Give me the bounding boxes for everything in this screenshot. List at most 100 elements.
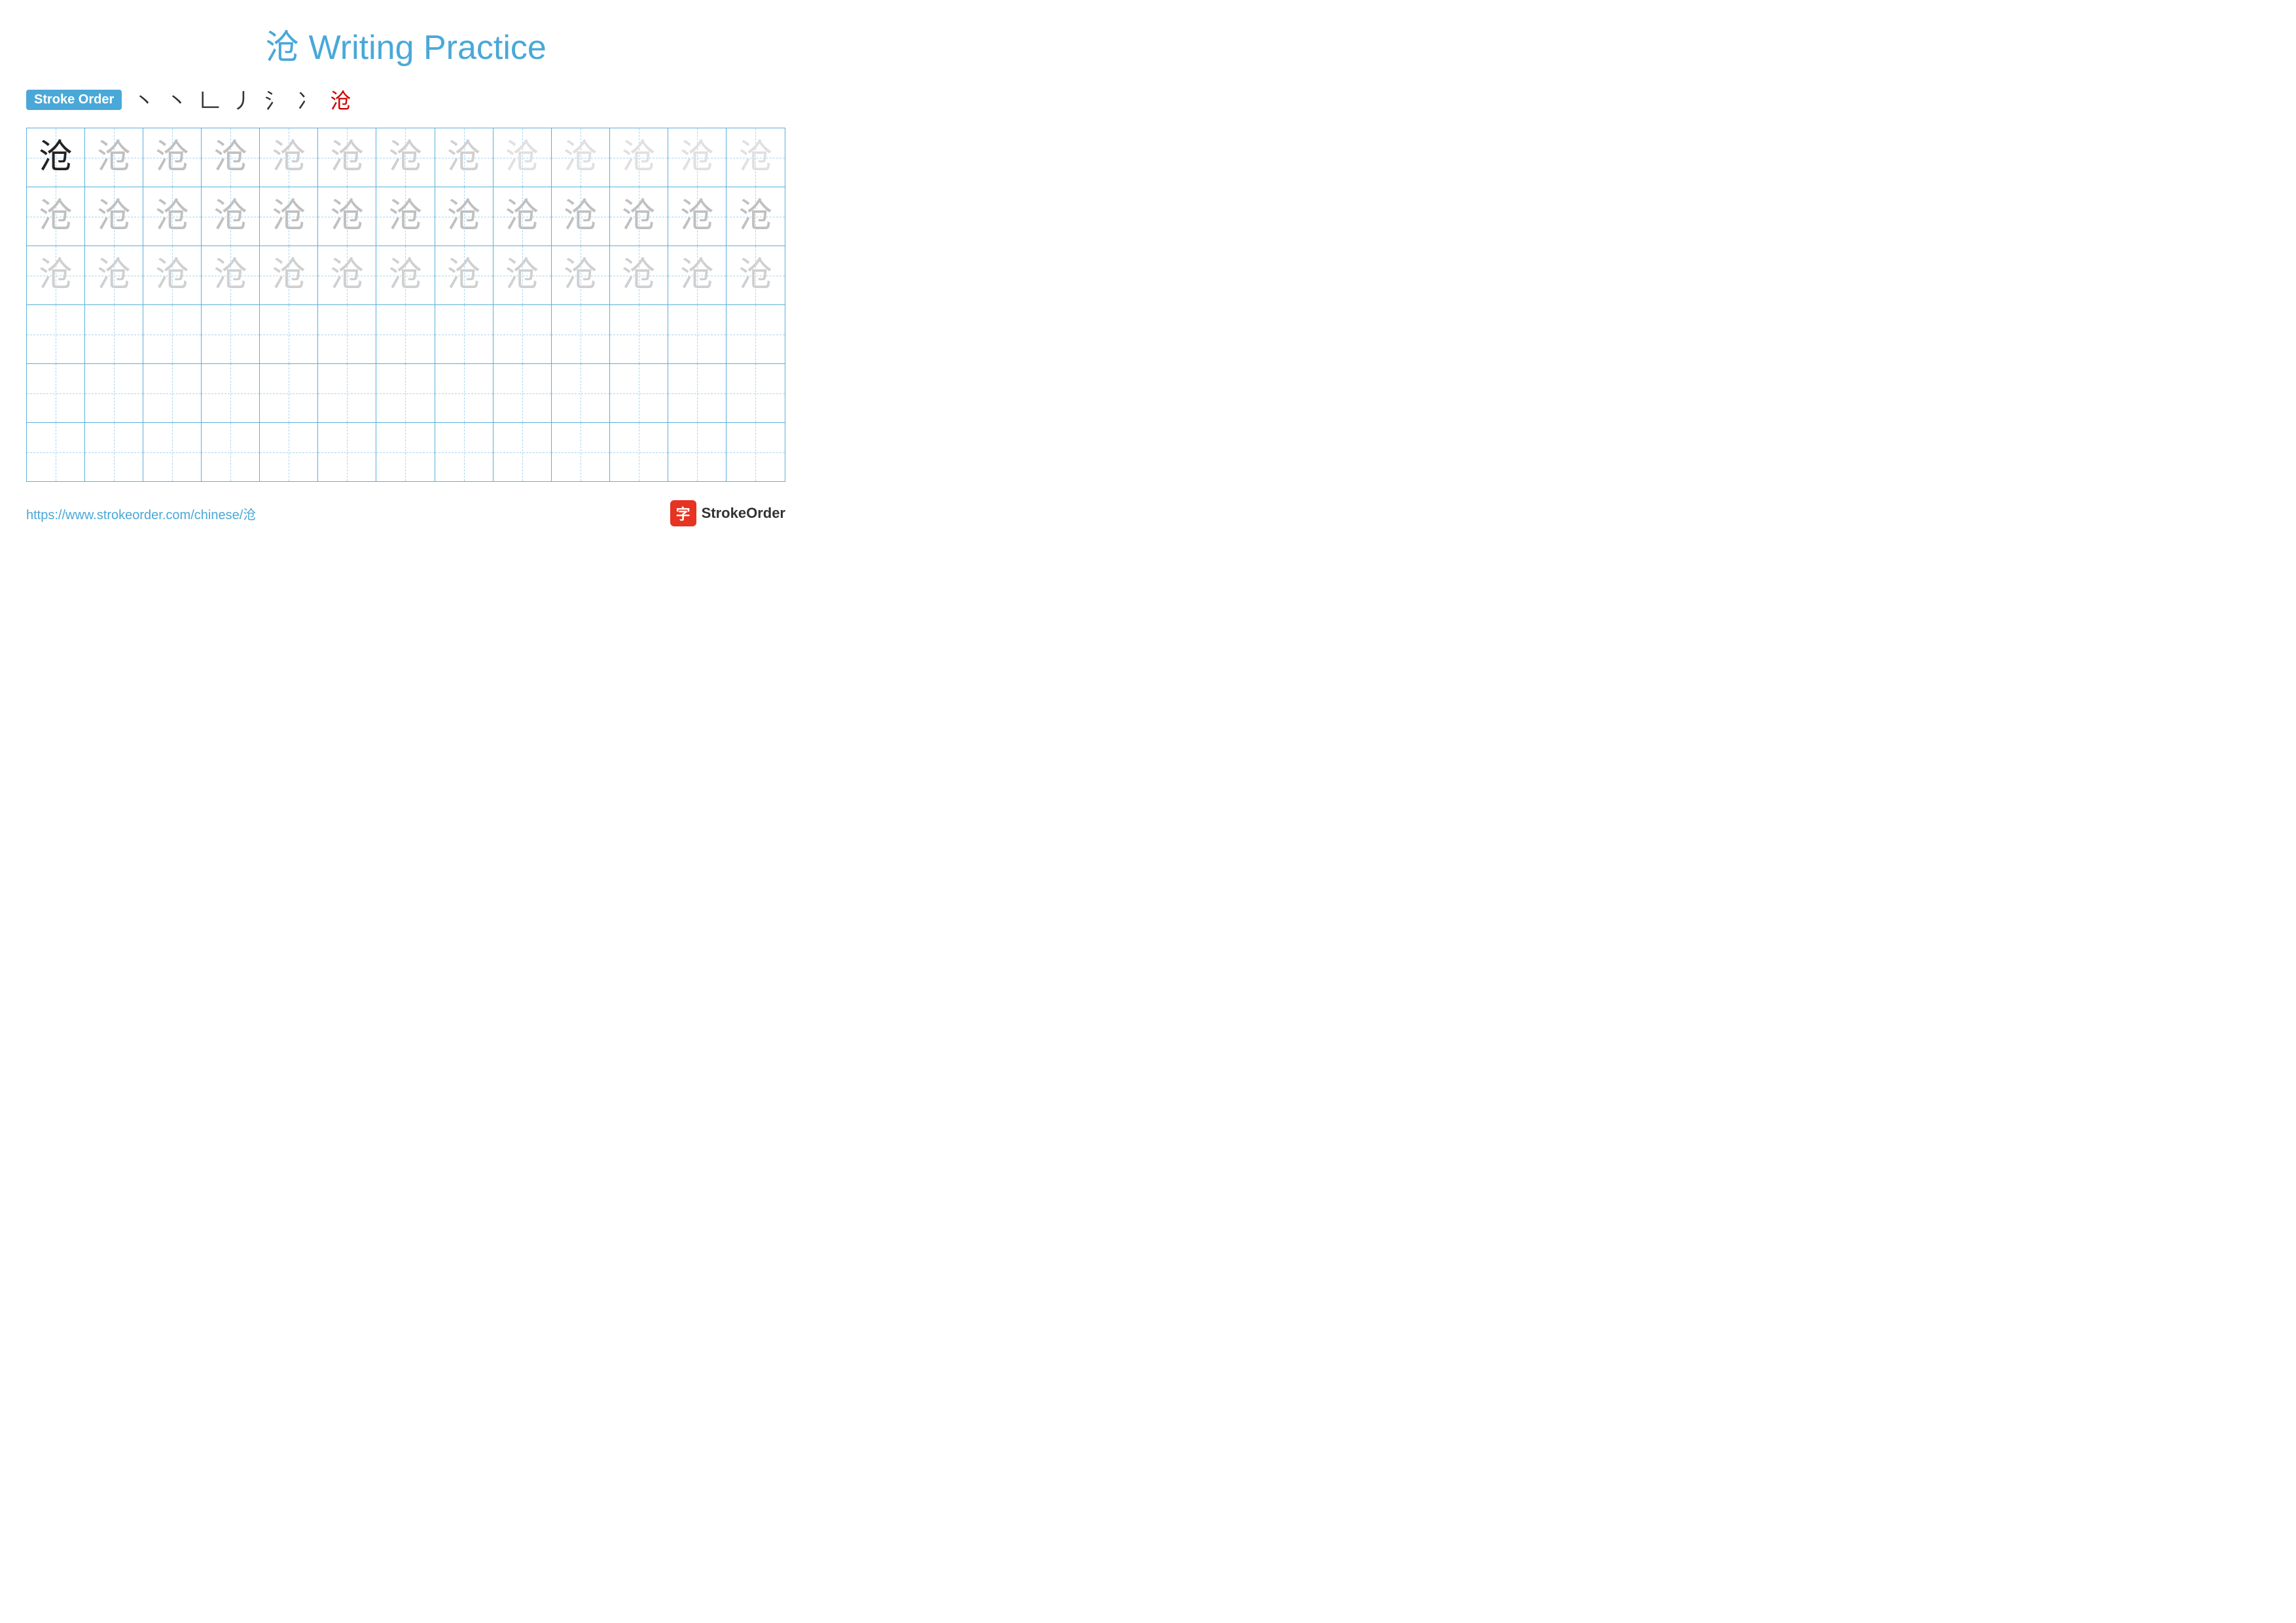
grid-cell-4-10[interactable] [552, 305, 610, 363]
brand-icon: 字 [670, 500, 696, 526]
grid-cell-6-11[interactable] [610, 423, 668, 481]
grid-cell-5-9[interactable] [493, 364, 552, 422]
char-display: 沧 [564, 259, 598, 293]
grid-cell-3-2[interactable]: 沧 [85, 246, 143, 304]
char-display: 沧 [738, 141, 772, 175]
grid-cell-6-1[interactable] [27, 423, 85, 481]
grid-cell-1-3[interactable]: 沧 [143, 128, 202, 187]
grid-cell-3-13[interactable]: 沧 [726, 246, 785, 304]
char-display: 沧 [622, 200, 656, 234]
grid-cell-6-7[interactable] [376, 423, 435, 481]
grid-cell-4-7[interactable] [376, 305, 435, 363]
grid-cell-1-10[interactable]: 沧 [552, 128, 610, 187]
grid-cell-5-12[interactable] [668, 364, 726, 422]
grid-cell-4-9[interactable] [493, 305, 552, 363]
grid-cell-3-11[interactable]: 沧 [610, 246, 668, 304]
grid-cell-3-10[interactable]: 沧 [552, 246, 610, 304]
grid-cell-1-7[interactable]: 沧 [376, 128, 435, 187]
char-display: 沧 [272, 200, 306, 234]
grid-cell-4-5[interactable] [260, 305, 318, 363]
stroke-3: 𠃊 [199, 84, 220, 115]
grid-cell-1-11[interactable]: 沧 [610, 128, 668, 187]
grid-cell-2-11[interactable]: 沧 [610, 187, 668, 246]
grid-cell-6-3[interactable] [143, 423, 202, 481]
grid-cell-1-9[interactable]: 沧 [493, 128, 552, 187]
grid-cell-2-13[interactable]: 沧 [726, 187, 785, 246]
grid-cell-5-10[interactable] [552, 364, 610, 422]
grid-cell-2-8[interactable]: 沧 [435, 187, 493, 246]
grid-cell-4-2[interactable] [85, 305, 143, 363]
grid-cell-3-1[interactable]: 沧 [27, 246, 85, 304]
grid-cell-5-8[interactable] [435, 364, 493, 422]
char-display: 沧 [213, 141, 247, 175]
footer-brand: 字 StrokeOrder [670, 500, 785, 526]
grid-cell-2-2[interactable]: 沧 [85, 187, 143, 246]
grid-cell-6-5[interactable] [260, 423, 318, 481]
grid-cell-2-4[interactable]: 沧 [202, 187, 260, 246]
grid-cell-1-8[interactable]: 沧 [435, 128, 493, 187]
char-display: 沧 [213, 200, 247, 234]
grid-cell-4-1[interactable] [27, 305, 85, 363]
grid-cell-1-12[interactable]: 沧 [668, 128, 726, 187]
grid-cell-5-4[interactable] [202, 364, 260, 422]
grid-cell-1-6[interactable]: 沧 [318, 128, 376, 187]
char-display: 沧 [505, 259, 539, 293]
grid-cell-3-5[interactable]: 沧 [260, 246, 318, 304]
grid-cell-1-2[interactable]: 沧 [85, 128, 143, 187]
grid-cell-6-8[interactable] [435, 423, 493, 481]
grid-cell-2-7[interactable]: 沧 [376, 187, 435, 246]
footer-url[interactable]: https://www.strokeorder.com/chinese/沧 [26, 504, 256, 523]
grid-cell-4-12[interactable] [668, 305, 726, 363]
grid-cell-3-4[interactable]: 沧 [202, 246, 260, 304]
grid-cell-5-7[interactable] [376, 364, 435, 422]
char-display: 沧 [39, 259, 73, 293]
grid-cell-1-5[interactable]: 沧 [260, 128, 318, 187]
grid-cell-6-2[interactable] [85, 423, 143, 481]
char-display: 沧 [388, 259, 422, 293]
grid-cell-2-9[interactable]: 沧 [493, 187, 552, 246]
grid-cell-3-3[interactable]: 沧 [143, 246, 202, 304]
grid-cell-2-10[interactable]: 沧 [552, 187, 610, 246]
grid-cell-1-13[interactable]: 沧 [726, 128, 785, 187]
grid-cell-5-3[interactable] [143, 364, 202, 422]
char-display: 沧 [97, 141, 131, 175]
grid-cell-2-5[interactable]: 沧 [260, 187, 318, 246]
grid-cell-6-4[interactable] [202, 423, 260, 481]
grid-cell-5-1[interactable] [27, 364, 85, 422]
grid-cell-3-8[interactable]: 沧 [435, 246, 493, 304]
char-display: 沧 [505, 141, 539, 175]
grid-cell-6-9[interactable] [493, 423, 552, 481]
grid-cell-4-13[interactable] [726, 305, 785, 363]
grid-cell-5-6[interactable] [318, 364, 376, 422]
grid-cell-6-10[interactable] [552, 423, 610, 481]
grid-cell-3-9[interactable]: 沧 [493, 246, 552, 304]
char-display: 沧 [447, 200, 481, 234]
grid-cell-6-6[interactable] [318, 423, 376, 481]
grid-cell-4-3[interactable] [143, 305, 202, 363]
grid-cell-3-12[interactable]: 沧 [668, 246, 726, 304]
grid-cell-2-12[interactable]: 沧 [668, 187, 726, 246]
grid-cell-4-4[interactable] [202, 305, 260, 363]
grid-cell-2-3[interactable]: 沧 [143, 187, 202, 246]
char-display: 沧 [272, 259, 306, 293]
grid-cell-6-12[interactable] [668, 423, 726, 481]
char-display: 沧 [213, 259, 247, 293]
grid-cell-5-11[interactable] [610, 364, 668, 422]
grid-cell-3-7[interactable]: 沧 [376, 246, 435, 304]
grid-cell-4-6[interactable] [318, 305, 376, 363]
grid-cell-1-4[interactable]: 沧 [202, 128, 260, 187]
grid-cell-1-1[interactable]: 沧 [27, 128, 85, 187]
grid-cell-2-6[interactable]: 沧 [318, 187, 376, 246]
grid-cell-5-2[interactable] [85, 364, 143, 422]
grid-cell-5-13[interactable] [726, 364, 785, 422]
stroke-2: 丶 [166, 84, 187, 115]
grid-cell-6-13[interactable] [726, 423, 785, 481]
grid-cell-5-5[interactable] [260, 364, 318, 422]
grid-cell-3-6[interactable]: 沧 [318, 246, 376, 304]
char-display: 沧 [447, 141, 481, 175]
char-display: 沧 [738, 259, 772, 293]
grid-cell-4-8[interactable] [435, 305, 493, 363]
char-display: 沧 [622, 141, 656, 175]
grid-cell-2-1[interactable]: 沧 [27, 187, 85, 246]
grid-cell-4-11[interactable] [610, 305, 668, 363]
